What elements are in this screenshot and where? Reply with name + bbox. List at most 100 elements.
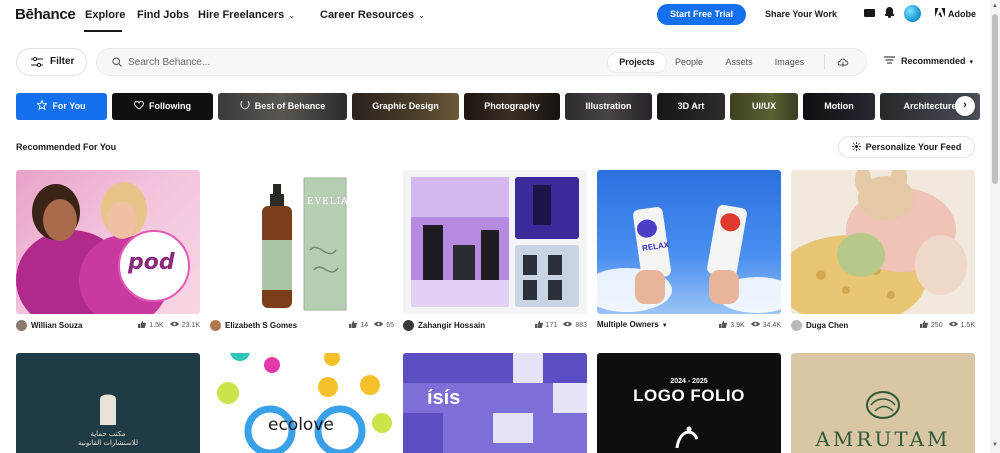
- eye-icon: [169, 321, 179, 327]
- project-thumbnail[interactable]: AMRUTAM: [791, 353, 975, 453]
- sort-lines-icon: [884, 56, 895, 64]
- segment-people[interactable]: People: [666, 53, 712, 72]
- personalize-label: Personalize Your Feed: [865, 142, 962, 152]
- start-free-trial-button[interactable]: Start Free Trial: [657, 4, 746, 25]
- chip-graphic-design[interactable]: Graphic Design: [352, 93, 459, 120]
- project-meta: Willian Souza 1.5K 23.1K: [16, 320, 200, 334]
- owner-name: Multiple Owners: [597, 320, 659, 329]
- nav-hire-freelancers-label: Hire Freelancers: [198, 9, 285, 21]
- nav-find-jobs[interactable]: Find Jobs: [137, 9, 189, 21]
- page-scrollbar[interactable]: ▲ ▼: [990, 0, 1000, 453]
- share-your-work-button[interactable]: Share Your Work: [757, 4, 845, 25]
- segment-projects[interactable]: Projects: [608, 53, 666, 72]
- image-search-icon[interactable]: [837, 57, 849, 67]
- section-title: Recommended For You: [16, 142, 117, 152]
- segment-assets[interactable]: Assets: [715, 53, 763, 72]
- project-owner[interactable]: Multiple Owners ▼: [597, 320, 668, 329]
- project-owner[interactable]: Duga Chen: [791, 320, 848, 331]
- segment-images[interactable]: Images: [765, 53, 814, 72]
- chip-following[interactable]: Following: [112, 93, 213, 120]
- personalize-feed-button[interactable]: Personalize Your Feed: [838, 136, 975, 158]
- project-stats: 3.9K 34.4K: [719, 321, 781, 329]
- laurel-icon: [240, 100, 250, 110]
- thumbs-up-icon: [919, 321, 928, 328]
- thumbs-up-icon: [138, 321, 147, 328]
- filter-label: Filter: [50, 56, 75, 67]
- chip-illustration[interactable]: Illustration: [565, 93, 652, 120]
- sliders-icon: [31, 57, 43, 67]
- project-thumbnail[interactable]: [791, 170, 975, 314]
- chip-ui-ux[interactable]: UI/UX: [730, 93, 798, 120]
- chevron-down-icon: ⌄: [418, 11, 425, 20]
- chevron-right-icon[interactable]: ›: [955, 96, 975, 116]
- project-thumbnail[interactable]: RELAX: [597, 170, 781, 314]
- view-count: 65: [386, 322, 394, 329]
- thumbs-up-icon: [349, 321, 358, 328]
- project-owner[interactable]: Willian Souza: [16, 320, 83, 331]
- chip-photography[interactable]: Photography: [464, 93, 560, 120]
- search-bar: Projects People Assets Images: [96, 48, 867, 76]
- project-thumbnail[interactable]: مكتب حماية للاستشارات القانونية: [16, 353, 200, 453]
- thumbnail-text: pod: [128, 250, 175, 275]
- chevron-down-icon: ▼: [661, 323, 668, 329]
- project-owner[interactable]: Elizabeth S Gomes: [210, 320, 297, 331]
- chip-label: Best of Behance: [254, 101, 326, 111]
- like-count: 171: [545, 322, 558, 329]
- chip-for-you[interactable]: For You: [16, 93, 107, 120]
- eye-icon: [563, 321, 573, 327]
- user-avatar[interactable]: [904, 5, 921, 22]
- nav-hire-freelancers[interactable]: Hire Freelancers ⌄: [198, 9, 295, 21]
- chip-label: Graphic Design: [372, 101, 439, 111]
- project-thumbnail[interactable]: [403, 170, 587, 314]
- bell-icon[interactable]: [885, 7, 894, 18]
- project-thumbnail[interactable]: ecolove: [210, 353, 394, 453]
- behance-logo[interactable]: Bēhance: [15, 6, 76, 23]
- view-count: 34.4K: [762, 322, 781, 329]
- nav-explore[interactable]: Explore: [85, 9, 125, 21]
- project-meta: Elizabeth S Gomes 14 65: [210, 320, 394, 334]
- top-navigation: Bēhance Explore Find Jobs Hire Freelance…: [0, 0, 990, 32]
- chip-3d-art[interactable]: 3D Art: [657, 93, 725, 120]
- chip-label: Following: [149, 101, 191, 111]
- project-image: [675, 426, 699, 449]
- category-chips: For You Following Best of Behance Graphi…: [16, 93, 980, 120]
- project-stats: 171 883: [534, 321, 587, 329]
- scroll-down-arrow-icon[interactable]: ▼: [992, 442, 998, 448]
- thumbs-up-icon: [534, 321, 543, 328]
- chip-label: For You: [52, 101, 86, 111]
- chip-label: 3D Art: [677, 101, 705, 111]
- chip-label: UI/UX: [751, 101, 776, 111]
- segment-divider: [824, 55, 825, 69]
- project-thumbnail[interactable]: ísís: [403, 353, 587, 453]
- sort-dropdown[interactable]: Recommended ▾: [884, 56, 973, 66]
- sparkle-icon: [851, 142, 861, 151]
- project-thumbnail[interactable]: pod: [16, 170, 200, 314]
- mail-icon[interactable]: [864, 9, 875, 17]
- chip-label: Illustration: [585, 101, 632, 111]
- thumbs-up-icon: [719, 321, 728, 328]
- nav-career-resources-label: Career Resources: [320, 9, 415, 21]
- project-image: [791, 170, 967, 314]
- thumbnail-text: ecolove: [268, 415, 334, 435]
- thumbnail-text: AMRUTAM: [815, 427, 951, 451]
- project-thumbnail[interactable]: EVELIA: [210, 170, 394, 314]
- chip-best-of-behance[interactable]: Best of Behance: [218, 93, 347, 120]
- filter-button[interactable]: Filter: [16, 48, 87, 76]
- nav-active-indicator: [84, 30, 122, 32]
- project-thumbnail[interactable]: 2024 - 2025 LOGO FOLIO: [597, 353, 781, 453]
- project-stats: 14 65: [349, 321, 394, 329]
- search-input[interactable]: [128, 54, 428, 70]
- nav-career-resources[interactable]: Career Resources ⌄: [320, 9, 425, 21]
- scrollbar-thumb[interactable]: [992, 14, 998, 184]
- scroll-up-arrow-icon[interactable]: ▲: [992, 3, 998, 9]
- eye-icon: [374, 321, 384, 327]
- chip-motion[interactable]: Motion: [803, 93, 875, 120]
- view-count: 23.1K: [181, 322, 200, 329]
- like-count: 14: [360, 322, 369, 329]
- adobe-link[interactable]: Adobe: [935, 8, 976, 19]
- thumbnail-text: ísís: [427, 387, 461, 409]
- project-owner[interactable]: Zahangir Hossain: [403, 320, 485, 331]
- owner-name: Willian Souza: [31, 321, 83, 330]
- sort-label: Recommended: [901, 56, 966, 66]
- owner-name: Duga Chen: [806, 321, 849, 330]
